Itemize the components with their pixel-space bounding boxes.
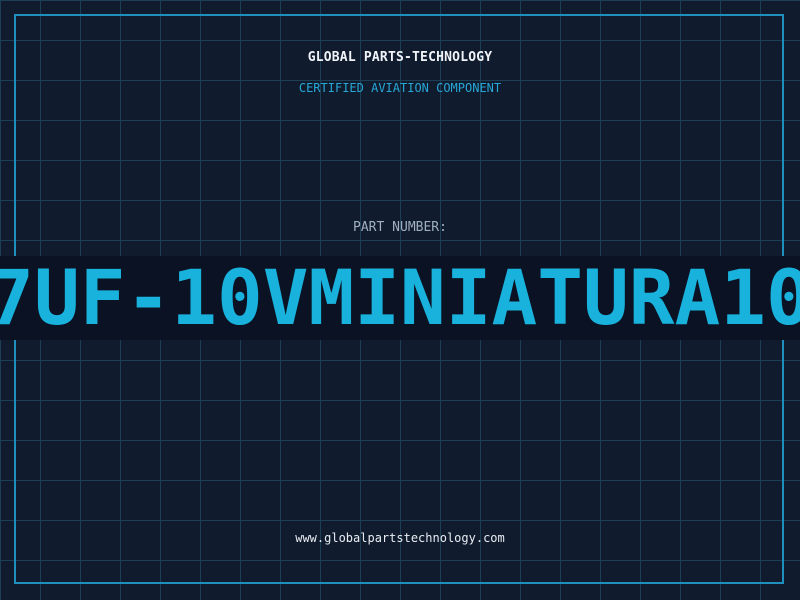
part-number-band: 7UF-10VMINIATURA10	[0, 256, 800, 340]
certification-tagline: CERTIFIED AVIATION COMPONENT	[298, 81, 502, 95]
label-canvas: GLOBAL PARTS-TECHNOLOGY CERTIFIED AVIATI…	[0, 0, 800, 600]
website-link[interactable]: www.globalpartstechnology.com	[0, 531, 800, 545]
part-number-label: PART NUMBER:	[353, 220, 447, 235]
part-number-value: 7UF-10VMINIATURA10	[0, 256, 800, 340]
brand-name: GLOBAL PARTS-TECHNOLOGY	[307, 50, 493, 65]
